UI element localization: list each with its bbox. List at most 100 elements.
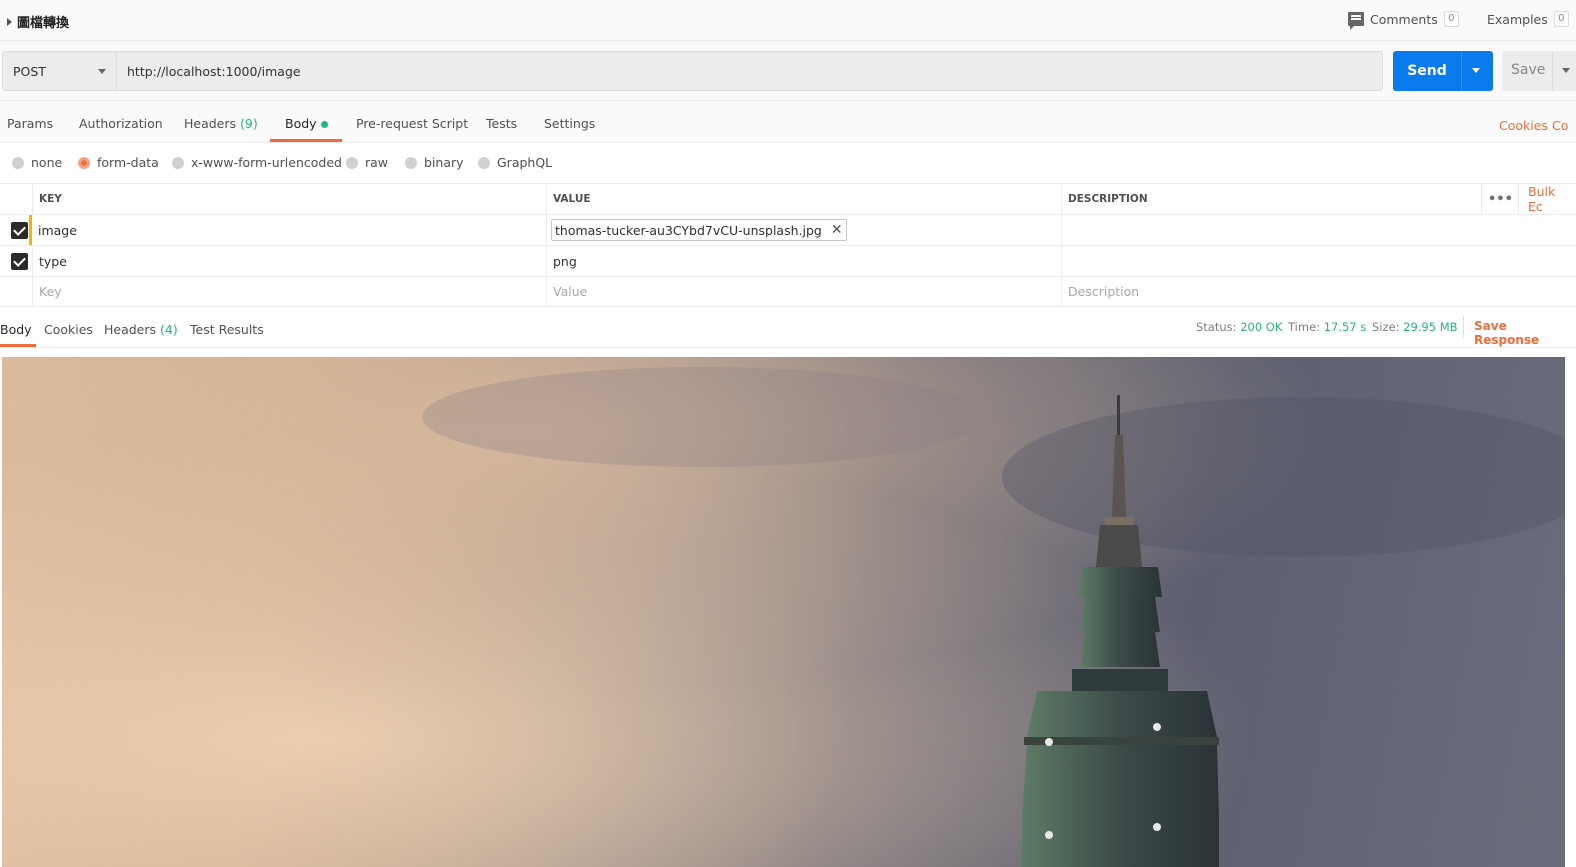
description-cell[interactable] <box>1061 246 1576 276</box>
comments-button[interactable]: Comments 0 <box>1348 11 1459 30</box>
radio-circle-icon <box>405 156 417 169</box>
radio-graphql[interactable]: GraphQL <box>478 155 552 170</box>
radio-binary[interactable]: binary <box>405 155 464 170</box>
request-tabs: Params Authorization Headers (9) Body Pr… <box>0 101 1576 143</box>
response-tab-cookies[interactable]: Cookies <box>44 322 93 337</box>
column-header-key: KEY <box>32 184 547 214</box>
method-value: POST <box>13 64 46 79</box>
table-row: image thomas-tucker-au3CYbd7vCU-unsplash… <box>0 215 1576 246</box>
radio-urlencoded[interactable]: x-www-form-urlencoded <box>172 155 342 170</box>
column-header-description: DESCRIPTION <box>1061 184 1481 214</box>
comment-icon <box>1348 12 1364 30</box>
key-cell[interactable]: image <box>32 215 547 245</box>
request-name-label: 圖檔轉換 <box>17 16 70 31</box>
active-tab-indicator <box>270 139 342 142</box>
url-input[interactable]: http://localhost:1000/image <box>117 51 1383 91</box>
description-placeholder[interactable]: Description <box>1061 277 1576 306</box>
send-button[interactable]: Send <box>1393 51 1493 91</box>
table-header-row: KEY VALUE DESCRIPTION ••• Bulk Ec <box>0 184 1576 215</box>
radio-none-label: none <box>31 155 63 170</box>
save-options-chevron-icon[interactable] <box>1562 68 1570 73</box>
tab-headers-label: Headers <box>184 116 237 131</box>
save-button[interactable]: Save <box>1502 51 1576 91</box>
radio-urlencoded-label: x-www-form-urlencoded <box>191 155 342 170</box>
radio-graphql-label: GraphQL <box>497 155 553 170</box>
tab-headers-count: (9) <box>240 116 258 131</box>
radio-circle-icon <box>346 156 358 169</box>
radio-raw-label: raw <box>365 155 389 170</box>
column-header-value: VALUE <box>546 184 1061 214</box>
send-divider <box>1461 51 1462 91</box>
examples-button[interactable]: Examples 0 <box>1487 11 1569 27</box>
save-response-button[interactable]: Save Response <box>1474 319 1576 347</box>
size-value: 29.95 MB <box>1403 320 1458 334</box>
file-name: thomas-tucker-au3CYbd7vCU-unsplash.jpg <box>555 222 822 238</box>
time-label: Time: <box>1288 320 1321 334</box>
chevron-down-icon <box>98 69 106 74</box>
value-cell[interactable]: thomas-tucker-au3CYbd7vCU-unsplash.jpg ✕ <box>546 215 1061 245</box>
request-name[interactable]: 圖檔轉換 <box>7 12 69 31</box>
save-divider <box>1552 51 1553 91</box>
response-bar: Body Cookies Headers (4) Test Results St… <box>0 306 1576 348</box>
tab-headers[interactable]: Headers (9) <box>184 116 258 131</box>
radio-form-data[interactable]: form-data <box>78 155 159 170</box>
response-tab-test-results[interactable]: Test Results <box>190 322 264 337</box>
response-tab-headers-label: Headers <box>104 322 157 337</box>
close-icon[interactable]: ✕ <box>831 222 843 238</box>
radio-form-data-label: form-data <box>97 155 159 170</box>
divider <box>1463 316 1464 338</box>
radio-raw[interactable]: raw <box>346 155 388 170</box>
response-tab-headers[interactable]: Headers (4) <box>104 322 178 337</box>
method-select[interactable]: POST <box>2 51 117 91</box>
form-data-table: KEY VALUE DESCRIPTION ••• Bulk Ec image … <box>0 183 1576 307</box>
dark-cloud-shape <box>422 367 982 467</box>
status-label: Status: <box>1196 320 1237 334</box>
comments-label: Comments <box>1370 11 1438 27</box>
table-row: type png <box>0 246 1576 277</box>
description-cell[interactable] <box>1061 215 1576 245</box>
cookies-link[interactable]: Cookies <box>1499 118 1548 133</box>
response-headers-count: (4) <box>160 322 178 337</box>
comments-count: 0 <box>1443 11 1459 27</box>
status-readout: Status: 200 OK <box>1196 320 1282 334</box>
radio-none[interactable]: none <box>12 155 62 170</box>
taipei-101-photo <box>2 357 1565 867</box>
examples-count: 0 <box>1553 11 1569 27</box>
radio-circle-icon <box>478 156 490 169</box>
size-readout: Size: 29.95 MB <box>1372 320 1458 334</box>
response-image-preview <box>2 357 1565 867</box>
tab-params[interactable]: Params <box>7 116 53 131</box>
status-value: 200 OK <box>1240 320 1283 334</box>
body-mode-selector: none form-data x-www-form-urlencoded raw… <box>0 143 1576 183</box>
send-options-chevron-icon[interactable] <box>1472 68 1480 73</box>
key-placeholder[interactable]: Key <box>32 277 547 306</box>
key-cell[interactable]: type <box>32 246 547 276</box>
value-cell[interactable]: png <box>546 246 1061 276</box>
more-options-icon[interactable]: ••• <box>1481 184 1518 214</box>
radio-circle-icon <box>12 156 24 169</box>
time-readout: Time: 17.57 s <box>1288 320 1366 334</box>
value-placeholder[interactable]: Value <box>546 277 1061 306</box>
tab-tests[interactable]: Tests <box>486 116 517 131</box>
examples-label: Examples <box>1487 11 1548 27</box>
url-value: http://localhost:1000/image <box>127 64 301 79</box>
send-label: Send <box>1407 63 1447 79</box>
radio-binary-label: binary <box>424 155 464 170</box>
tab-body-label: Body <box>285 116 317 131</box>
bulk-edit-link[interactable]: Bulk Ec <box>1518 184 1576 214</box>
row-checkbox[interactable] <box>11 253 28 270</box>
size-label: Size: <box>1372 320 1400 334</box>
response-tab-body[interactable]: Body <box>0 322 32 337</box>
row-checkbox[interactable] <box>11 222 28 239</box>
tab-body[interactable]: Body <box>285 116 328 131</box>
request-header-bar: 圖檔轉換 Comments 0 Examples 0 <box>0 0 1576 41</box>
tab-prerequest-script[interactable]: Pre-request Script <box>356 116 468 131</box>
tab-settings[interactable]: Settings <box>544 116 595 131</box>
tab-authorization[interactable]: Authorization <box>79 116 163 131</box>
time-value: 17.57 s <box>1323 320 1367 334</box>
radio-selected-icon <box>78 156 90 169</box>
expand-triangle-icon[interactable] <box>7 17 12 26</box>
code-link[interactable]: Co <box>1552 118 1568 133</box>
response-active-tab-indicator <box>0 344 36 347</box>
table-row-empty: Key Value Description <box>0 277 1576 307</box>
